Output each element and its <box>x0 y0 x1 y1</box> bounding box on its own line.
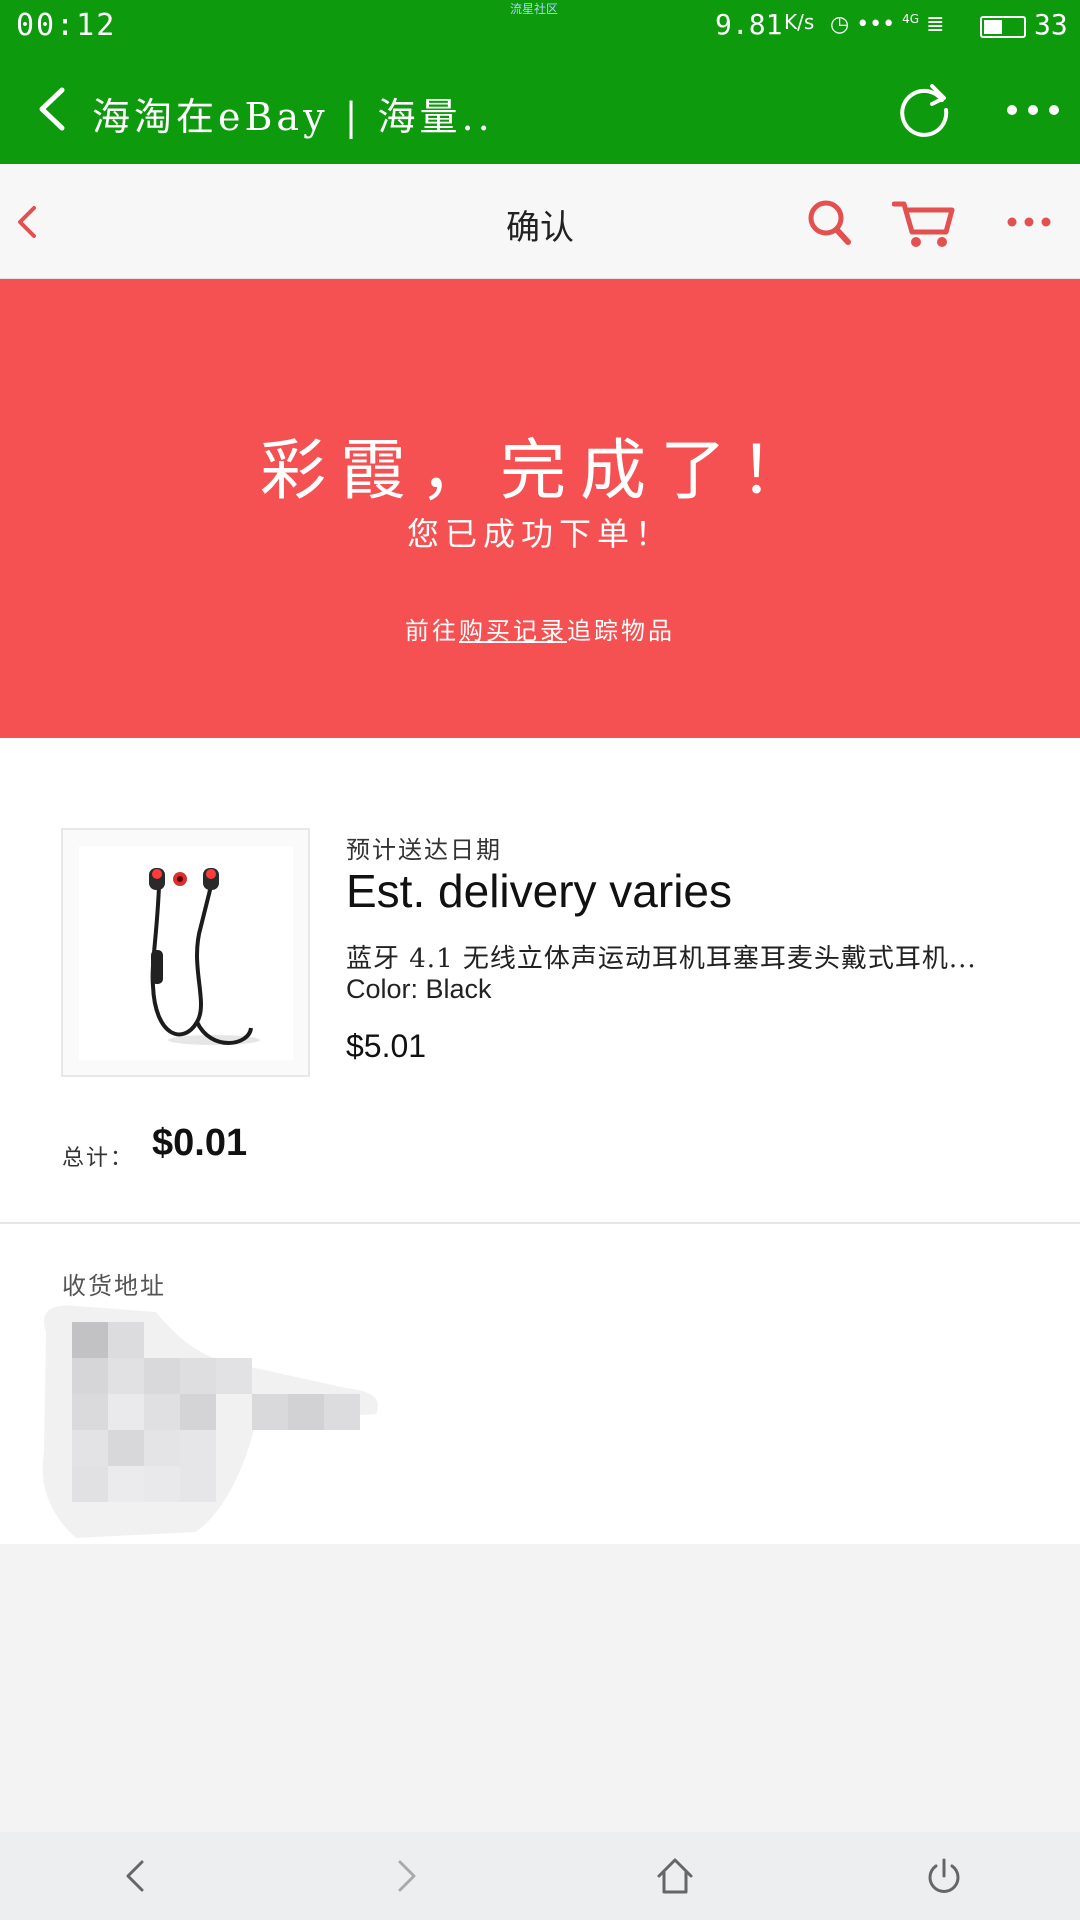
status-icons: ◷ ••• 4G ≣ <box>830 12 945 37</box>
cart-icon[interactable] <box>892 198 956 250</box>
system-nav-bar <box>0 1832 1080 1920</box>
order-summary: 预计送达日期 Est. delivery varies 蓝牙 4.1 无线立体声… <box>0 738 1080 1224</box>
nav-power-icon[interactable] <box>920 1852 968 1900</box>
total-label: 总计： <box>62 1146 135 1171</box>
status-bar: 00:12 流星社区 9.81 K/s ◷ ••• 4G ≣ 33 <box>0 0 1080 56</box>
track-suffix: 追踪物品 <box>567 617 675 645</box>
success-headline: 彩霞，完成了！ <box>260 432 820 509</box>
track-prefix: 前往 <box>405 617 459 645</box>
status-net-speed: 9.81 <box>715 8 783 41</box>
item-price: $5.01 <box>346 1028 427 1064</box>
page-title: 确认 <box>506 208 574 248</box>
dots-icon: ••• <box>856 12 896 37</box>
shipping-address-section: 收货地址 <box>0 1224 1080 1544</box>
shipping-address-label: 收货地址 <box>62 1272 166 1300</box>
battery-percent: 33 <box>1034 8 1068 41</box>
network-type: 4G <box>902 12 920 26</box>
total-value: $0.01 <box>152 1122 248 1164</box>
browser-toolbar: 海淘在eBay | 海量.. <box>0 56 1080 164</box>
back-arrow-icon[interactable] <box>32 84 72 134</box>
item-color: Color: Black <box>346 974 492 1004</box>
delivery-value: Est. delivery varies <box>346 865 733 917</box>
track-items-text: 前往购买记录追踪物品 <box>0 611 1080 646</box>
delivery-label: 预计送达日期 <box>346 836 502 864</box>
search-icon[interactable] <box>806 198 852 248</box>
signal-icon: ≣ <box>926 12 945 37</box>
status-net-speed-unit: K/s <box>784 10 815 34</box>
more-menu-icon[interactable] <box>1006 216 1052 228</box>
battery-icon <box>980 16 1026 38</box>
product-thumbnail[interactable] <box>61 828 310 1077</box>
nav-home-icon[interactable] <box>651 1852 699 1900</box>
earphones-image <box>149 868 260 1045</box>
nav-forward-icon[interactable] <box>382 1852 430 1900</box>
redacted-address-block <box>42 1305 379 1538</box>
alarm-icon: ◷ <box>830 12 850 37</box>
status-time: 00:12 <box>16 8 117 43</box>
nav-back-icon[interactable] <box>112 1852 160 1900</box>
more-menu-icon[interactable] <box>1006 104 1060 116</box>
chevron-left-icon[interactable] <box>14 202 38 242</box>
success-subtitle: 您已成功下单！ <box>406 515 673 553</box>
browser-page-title: 海淘在eBay | 海量.. <box>92 95 494 139</box>
success-banner: 彩霞，完成了！ 您已成功下单！ 前往购买记录追踪物品 <box>0 279 1080 738</box>
item-title-link[interactable]: 蓝牙 4.1 无线立体声运动耳机耳塞耳麦头戴式耳机... <box>346 938 1026 975</box>
page-header: 确认 <box>0 164 1080 279</box>
purchase-history-link[interactable]: 购买记录 <box>459 617 567 645</box>
status-carrier: 流星社区 <box>510 2 559 16</box>
reload-icon[interactable] <box>894 78 954 138</box>
